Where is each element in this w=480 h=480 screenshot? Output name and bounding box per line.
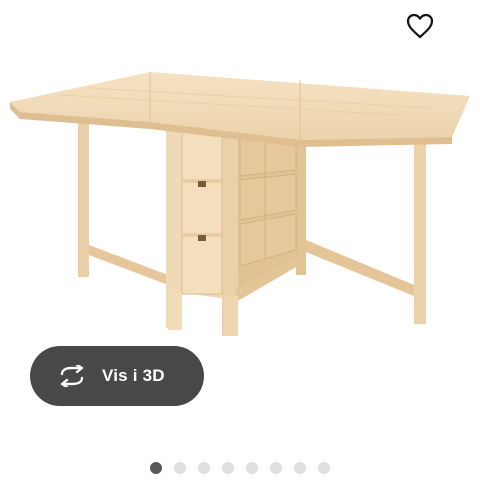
carousel-dot[interactable] [294,462,306,474]
product-image [10,72,470,336]
carousel-dot[interactable] [174,462,186,474]
heart-outline-icon [406,13,434,39]
product-gallery[interactable]: Vis i 3D [0,0,480,480]
carousel-dot[interactable] [150,462,162,474]
carousel-dot[interactable] [318,462,330,474]
favorite-button[interactable] [400,6,440,46]
carousel-dot[interactable] [246,462,258,474]
view-in-3d-button[interactable]: Vis i 3D [30,346,204,406]
rotate-3d-icon [56,364,88,388]
carousel-pagination [150,462,330,474]
carousel-dot[interactable] [198,462,210,474]
carousel-dot[interactable] [270,462,282,474]
view-in-3d-label: Vis i 3D [102,366,165,385]
carousel-dot[interactable] [222,462,234,474]
